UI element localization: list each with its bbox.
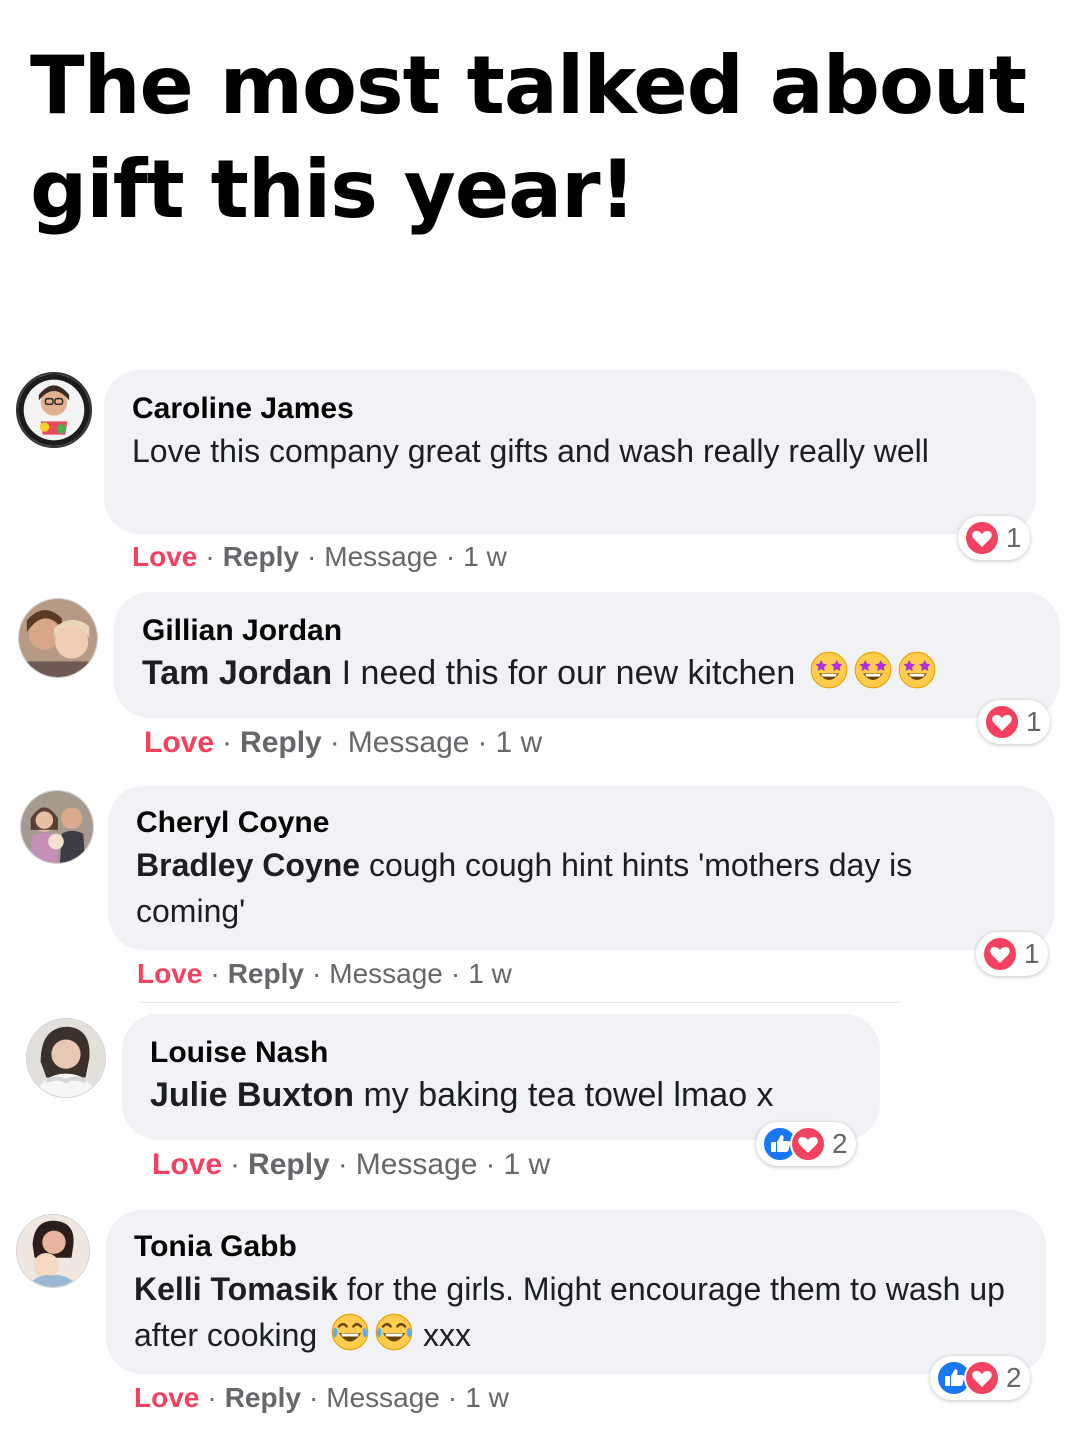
timestamp[interactable]: 1 w bbox=[495, 726, 542, 759]
avatar[interactable] bbox=[16, 1214, 90, 1288]
reaction-summary[interactable]: 2 bbox=[930, 1356, 1030, 1400]
reply-button[interactable]: Reply bbox=[223, 541, 299, 572]
comment-tail: xxx bbox=[423, 1317, 471, 1353]
heart-icon bbox=[790, 1126, 826, 1162]
comment-bubble: Caroline James Love this company great g… bbox=[104, 370, 1036, 534]
message-button[interactable]: Message bbox=[348, 726, 470, 759]
comment-text: Julie Buxton my baking tea towel lmao x bbox=[150, 1072, 852, 1118]
timestamp[interactable]: 1 w bbox=[503, 1148, 550, 1181]
comment-text: Love this company great gifts and wash r… bbox=[132, 433, 929, 469]
comment-bubble: Cheryl Coyne Bradley Coyne cough cough h… bbox=[108, 786, 1054, 950]
reaction-count: 2 bbox=[1006, 1362, 1022, 1393]
love-button[interactable]: Love bbox=[152, 1148, 222, 1181]
reaction-count: 2 bbox=[832, 1128, 848, 1159]
love-button[interactable]: Love bbox=[132, 541, 197, 572]
reply-button[interactable]: Reply bbox=[240, 726, 322, 759]
tears-of-joy-emoji-icon bbox=[374, 1312, 414, 1352]
comment-bubble: Gillian Jordan Tam Jordan I need this fo… bbox=[114, 592, 1060, 718]
message-button[interactable]: Message bbox=[324, 541, 438, 572]
love-button[interactable]: Love bbox=[144, 726, 214, 759]
heart-icon bbox=[984, 704, 1020, 740]
headline: The most talked about gift this year! bbox=[30, 39, 1027, 236]
star-struck-emoji-icon bbox=[853, 650, 893, 690]
avatar-image bbox=[19, 599, 97, 677]
reaction-count: 1 bbox=[1026, 706, 1042, 737]
timestamp[interactable]: 1 w bbox=[463, 541, 507, 572]
comment-author[interactable]: Louise Nash bbox=[150, 1034, 852, 1072]
tagged-user[interactable]: Bradley Coyne bbox=[136, 847, 360, 883]
comment-body: my baking tea towel lmao x bbox=[363, 1076, 774, 1114]
star-struck-emoji-icon bbox=[809, 650, 849, 690]
avatar[interactable] bbox=[18, 598, 98, 678]
comment-actions: Love · Reply · Message · 1 w bbox=[137, 958, 512, 989]
comment-text: Tam Jordan I need this for our new kitch… bbox=[142, 650, 1032, 696]
message-button[interactable]: Message bbox=[329, 958, 443, 989]
heart-icon bbox=[964, 1360, 1000, 1396]
comment-text: Bradley Coyne cough cough hint hints 'mo… bbox=[136, 842, 1026, 934]
divider bbox=[140, 1002, 900, 1003]
heart-icon bbox=[982, 936, 1018, 972]
avatar-image bbox=[17, 1215, 89, 1287]
reaction-summary[interactable]: 1 bbox=[976, 932, 1048, 976]
reaction-count: 1 bbox=[1006, 522, 1022, 553]
heart-icon bbox=[964, 520, 1000, 556]
comment-actions: Love · Reply · Message · 1 w bbox=[134, 1382, 509, 1413]
comment-bubble: Tonia Gabb Kelli Tomasik for the girls. … bbox=[106, 1210, 1046, 1374]
comment-text: Kelli Tomasik for the girls. Might encou… bbox=[134, 1266, 1014, 1358]
reply-button[interactable]: Reply bbox=[228, 958, 304, 989]
message-button[interactable]: Message bbox=[326, 1382, 440, 1413]
tagged-user[interactable]: Tam Jordan bbox=[142, 654, 332, 692]
love-button[interactable]: Love bbox=[137, 958, 202, 989]
love-button[interactable]: Love bbox=[134, 1382, 199, 1413]
star-struck-emoji-icon bbox=[897, 650, 937, 690]
timestamp[interactable]: 1 w bbox=[468, 958, 512, 989]
comment-actions: Love · Reply · Message · 1 w bbox=[132, 541, 507, 572]
reaction-summary[interactable]: 1 bbox=[958, 516, 1030, 560]
comment-actions: Love · Reply · Message · 1 w bbox=[144, 726, 543, 759]
comment-bubble: Louise Nash Julie Buxton my baking tea t… bbox=[122, 1014, 880, 1140]
reaction-count: 1 bbox=[1024, 938, 1040, 969]
avatar[interactable] bbox=[26, 1018, 106, 1098]
reaction-summary[interactable]: 1 bbox=[978, 700, 1050, 744]
avatar-image bbox=[27, 1019, 105, 1097]
comment-actions: Love · Reply · Message · 1 w bbox=[152, 1148, 551, 1181]
tagged-user[interactable]: Kelli Tomasik bbox=[134, 1271, 338, 1307]
avatar-image bbox=[18, 374, 90, 446]
message-button[interactable]: Message bbox=[356, 1148, 478, 1181]
tears-of-joy-emoji-icon bbox=[330, 1312, 370, 1352]
reaction-summary[interactable]: 2 bbox=[756, 1122, 856, 1166]
comment-author[interactable]: Caroline James bbox=[132, 390, 1008, 428]
comment-author[interactable]: Tonia Gabb bbox=[134, 1228, 1018, 1266]
reply-button[interactable]: Reply bbox=[248, 1148, 330, 1181]
comment-author[interactable]: Cheryl Coyne bbox=[136, 804, 1026, 842]
avatar-image bbox=[21, 791, 93, 863]
tagged-user[interactable]: Julie Buxton bbox=[150, 1076, 354, 1114]
avatar[interactable] bbox=[20, 790, 94, 864]
timestamp[interactable]: 1 w bbox=[465, 1382, 509, 1413]
comment-author[interactable]: Gillian Jordan bbox=[142, 612, 1032, 650]
avatar[interactable] bbox=[16, 372, 92, 448]
comment-body: I need this for our new kitchen bbox=[341, 654, 796, 692]
reply-button[interactable]: Reply bbox=[225, 1382, 301, 1413]
